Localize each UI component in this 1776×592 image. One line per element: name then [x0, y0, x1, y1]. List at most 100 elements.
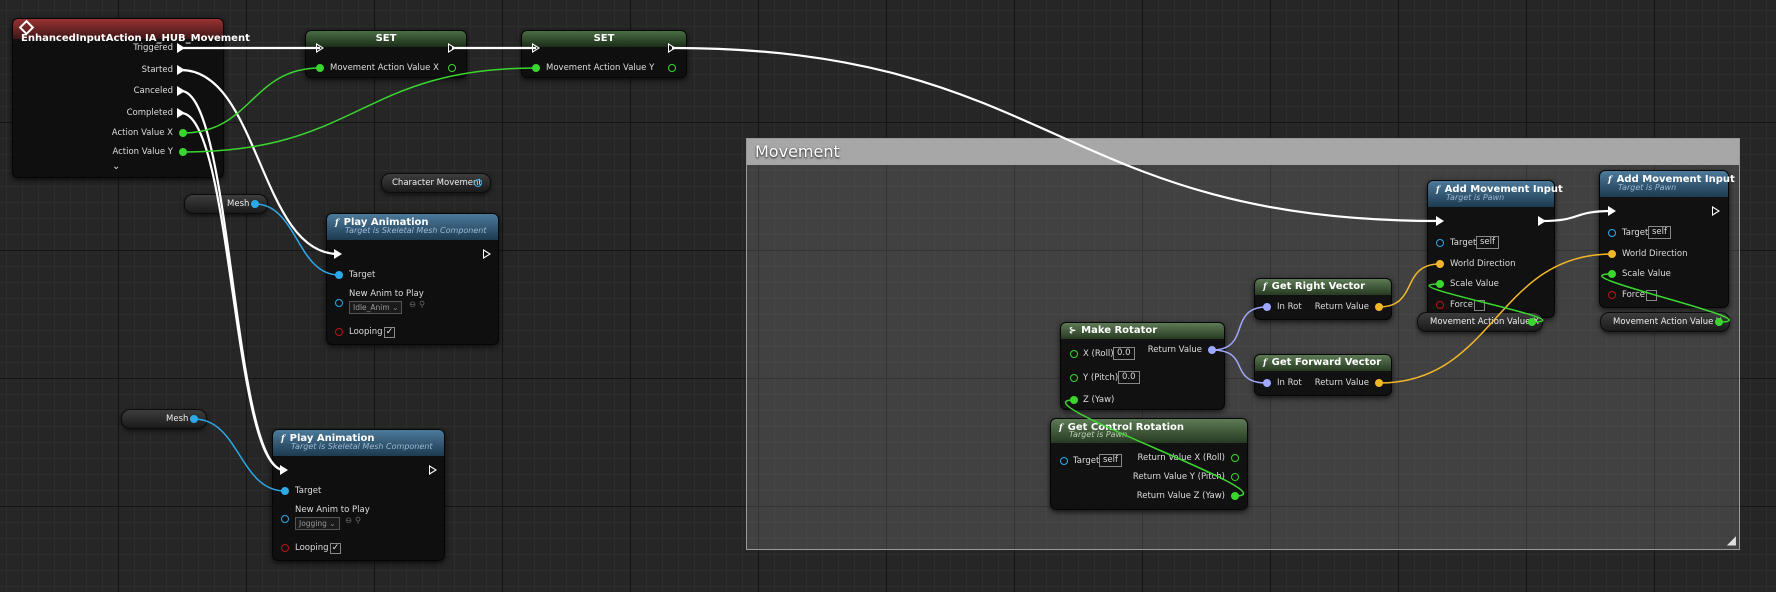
play-animation-header-2[interactable]: f Play Animation Target is Skeletal Mesh … — [273, 430, 444, 456]
get-right-vector-header[interactable]: f Get Right Vector — [1255, 279, 1391, 295]
browse-icon-2[interactable]: ⊖ ⚲ — [345, 516, 361, 526]
get-forward-vector-header[interactable]: f Get Forward Vector — [1255, 355, 1391, 371]
get-forward-vector-node[interactable]: f Get Forward Vector In Rot Return Value — [1254, 354, 1392, 396]
pin-scale-value-2[interactable] — [1608, 270, 1616, 278]
set-header-x[interactable]: SET — [306, 31, 466, 47]
mesh-variable-1[interactable]: Mesh — [184, 194, 268, 214]
get-control-rotation-node[interactable]: f Get Control Rotation Target is Pawn Tar… — [1050, 418, 1248, 510]
make-rotator-node[interactable]: ⊱ Make Rotator X (Roll) 0.0 Y (Pitch) 0.0… — [1060, 322, 1225, 410]
add-movement-input-node-1[interactable]: f Add Movement Input Target is Pawn Targe… — [1427, 180, 1563, 318]
add-input-target-field-1[interactable]: self — [1476, 236, 1500, 249]
set-node-y[interactable]: SET Movement Action Value Y — [521, 30, 687, 78]
exec-out-add-input-1[interactable] — [1538, 216, 1546, 226]
exec-out-triggered[interactable] — [177, 43, 185, 53]
pin-target-play-anim-2[interactable] — [281, 487, 289, 495]
exec-out-canceled[interactable] — [177, 86, 185, 96]
force-checkbox-2[interactable] — [1646, 290, 1657, 301]
input-action-header[interactable]: EnhancedInputAction IA_HUB_Movement — [13, 19, 250, 44]
pin-mesh-2[interactable] — [190, 415, 198, 423]
set-node-x[interactable]: SET Movement Action Value X — [305, 30, 467, 78]
pin-movement-action-value-y[interactable] — [1715, 318, 1723, 326]
input-action-node[interactable]: EnhancedInputAction IA_HUB_Movement Trig… — [12, 18, 250, 178]
exec-in-add-input-1[interactable] — [1436, 216, 1444, 226]
pin-world-direction-2[interactable] — [1608, 250, 1616, 258]
y-pitch-field[interactable]: 0.0 — [1118, 371, 1140, 384]
pin-get-forward-return[interactable] — [1375, 379, 1383, 387]
add-movement-input-header-1[interactable]: f Add Movement Input Target is Pawn — [1428, 181, 1563, 207]
pin-new-anim-play-anim-2[interactable] — [281, 515, 289, 523]
looping-checkbox-1[interactable]: ✓ — [384, 327, 395, 338]
looping-checkbox-2[interactable]: ✓ — [330, 543, 341, 554]
play-animation-header-1[interactable]: f Play Animation Target is Skeletal Mesh … — [327, 214, 498, 240]
wire-action-y-to-set-y[interactable] — [182, 67, 537, 153]
pin-action-value-x[interactable] — [179, 129, 187, 137]
pin-out-set-y[interactable] — [668, 64, 676, 72]
add-movement-input-node-2[interactable]: f Add Movement Input Target is Pawn Targe… — [1599, 170, 1735, 308]
pin-make-rotator-return[interactable] — [1208, 346, 1216, 354]
comment-title[interactable]: Movement — [747, 139, 1739, 165]
chevron-down-icon[interactable]: ⌄ — [112, 161, 120, 172]
exec-out-play-anim-2[interactable] — [429, 465, 437, 475]
movement-action-value-x-getter[interactable]: Movement Action Value X — [1417, 312, 1543, 332]
get-control-rotation-target-field[interactable]: self — [1099, 454, 1123, 467]
set-header-y[interactable]: SET — [522, 31, 686, 47]
mesh-variable-2[interactable]: Mesh — [121, 409, 207, 429]
anim-dropdown-1[interactable]: Idle_Anim ⌄ — [349, 301, 403, 314]
exec-in-play-anim-2[interactable] — [280, 465, 288, 475]
pin-force-1[interactable] — [1436, 301, 1444, 309]
exec-in-set-y[interactable] — [532, 43, 540, 53]
pin-new-anim-play-anim-1[interactable] — [335, 299, 343, 307]
exec-in-play-anim-1[interactable] — [334, 249, 342, 259]
pin-get-forward-in-rot[interactable] — [1263, 379, 1271, 387]
make-rotator-header[interactable]: ⊱ Make Rotator — [1061, 323, 1224, 339]
pin-force-2[interactable] — [1608, 291, 1616, 299]
pin-return-y-pitch[interactable] — [1231, 473, 1239, 481]
get-control-rotation-header[interactable]: f Get Control Rotation Target is Pawn — [1051, 419, 1247, 443]
pin-world-direction-1[interactable] — [1436, 260, 1444, 268]
exec-out-started[interactable] — [177, 65, 185, 75]
set-title-y: SET — [593, 33, 615, 44]
add-input-target-field-2[interactable]: self — [1648, 226, 1672, 239]
pin-z-yaw[interactable] — [1070, 396, 1078, 404]
exec-in-set-x[interactable] — [316, 43, 324, 53]
anim-dropdown-2[interactable]: Jogging ⌄ — [295, 517, 340, 530]
pin-scale-value-1[interactable] — [1436, 280, 1444, 288]
play-animation-node-2[interactable]: f Play Animation Target is Skeletal Mesh … — [272, 429, 445, 561]
get-right-vector-node[interactable]: f Get Right Vector In Rot Return Value — [1254, 278, 1392, 320]
pin-target-add-input-1[interactable] — [1436, 239, 1444, 247]
add-movement-input-header-2[interactable]: f Add Movement Input Target is Pawn — [1600, 171, 1735, 197]
pin-in-set-y[interactable] — [532, 64, 540, 72]
pin-return-z-yaw[interactable] — [1231, 492, 1239, 500]
make-rotator-return-label: Return Value — [1147, 345, 1202, 355]
pin-in-set-x[interactable] — [316, 64, 324, 72]
pin-action-value-y[interactable] — [179, 148, 187, 156]
pin-target-add-input-2[interactable] — [1608, 229, 1616, 237]
pin-mesh-1[interactable] — [251, 200, 259, 208]
pin-target-play-anim-1[interactable] — [335, 271, 343, 279]
exec-out-set-x[interactable] — [448, 43, 456, 53]
pin-get-right-return[interactable] — [1375, 303, 1383, 311]
x-roll-field[interactable]: 0.0 — [1113, 347, 1135, 360]
pin-movement-action-value-x[interactable] — [1528, 318, 1536, 326]
exec-out-completed[interactable] — [177, 108, 185, 118]
pin-looping-play-anim-1[interactable] — [335, 328, 343, 336]
exec-out-add-input-2[interactable] — [1712, 206, 1720, 216]
movement-action-value-y-getter[interactable]: Movement Action Value Y — [1600, 312, 1730, 332]
pin-out-set-x[interactable] — [448, 64, 456, 72]
character-movement-variable[interactable]: Character Movement — [381, 173, 491, 193]
pin-get-right-in-rot[interactable] — [1263, 303, 1271, 311]
force-checkbox-1[interactable] — [1474, 300, 1485, 311]
pin-x-roll[interactable] — [1070, 350, 1078, 358]
pin-target-get-control-rotation[interactable] — [1060, 457, 1068, 465]
pin-return-x-roll[interactable] — [1231, 454, 1239, 462]
exec-in-add-input-2[interactable] — [1608, 206, 1616, 216]
pin-looping-play-anim-2[interactable] — [281, 544, 289, 552]
pin-y-pitch[interactable] — [1070, 374, 1078, 382]
play-animation-node-1[interactable]: f Play Animation Target is Skeletal Mesh … — [326, 213, 499, 345]
exec-out-set-y[interactable] — [668, 43, 676, 53]
resize-handle-icon[interactable]: ◢ — [1727, 533, 1736, 547]
pin-character-movement[interactable] — [474, 179, 482, 187]
exec-out-play-anim-1[interactable] — [483, 249, 491, 259]
browse-icon-1[interactable]: ⊖ ⚲ — [409, 300, 425, 310]
blueprint-graph-canvas[interactable]: Movement ◢ EnhancedInputAction IA_HUB_Mo… — [0, 0, 1776, 592]
